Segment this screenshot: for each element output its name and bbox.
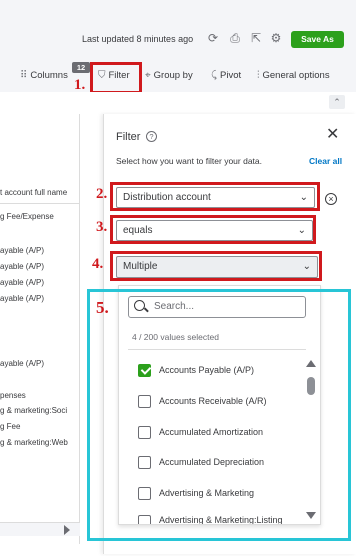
annotation-step-3: 3. [96,219,108,235]
field-select-value: Distribution account [123,192,211,203]
collapse-up-button[interactable]: ⌃ [329,95,345,109]
list-item[interactable]: Advertising & Marketing [138,486,254,500]
checkbox-checked[interactable] [138,363,151,377]
filter-icon: ⛉ [98,70,106,81]
annotation-box-5 [87,289,351,541]
table-row: ayable (A/P) [0,278,45,287]
table-row: ayable (A/P) [0,359,45,368]
close-icon[interactable]: ✕ [326,127,339,143]
annotation-step-4: 4. [92,256,104,272]
header-divider [0,203,80,204]
filter-panel-title: Filter [116,131,141,143]
pivot-button[interactable]: ⤹ Pivot [211,70,241,81]
checkbox[interactable] [138,486,151,500]
checkbox[interactable] [138,515,151,524]
pivot-label: Pivot [220,70,242,81]
table-row: g & marketing:Soci [0,406,68,415]
checkbox[interactable] [138,394,151,408]
scroll-right-icon[interactable] [64,525,70,535]
settings-icon[interactable]: ⚙ [269,31,283,45]
scroll-up-icon[interactable] [306,360,316,367]
option-label: Advertising & Marketing [159,488,255,498]
chevron-down-icon: ⌄ [302,261,311,272]
filter-label: Filter [108,70,130,81]
list-item[interactable]: Accounts Receivable (A/R) [138,394,267,408]
scrollbar-thumb[interactable] [307,377,315,395]
list-item[interactable]: Accumulated Amortization [138,425,263,439]
pivot-icon: ⤹ [211,70,217,81]
table-row: ayable (A/P) [0,262,45,271]
selected-count: 4 / 200 values selected [132,332,219,342]
list-item[interactable]: Accumulated Depreciation [138,455,264,469]
table-row: ayable (A/P) [0,294,45,303]
group-by-label: Group by [153,70,193,81]
operator-select-value: equals [123,225,153,236]
list-item[interactable]: Accounts Payable (A/P) [138,363,254,377]
checkbox[interactable] [138,425,151,439]
help-icon[interactable]: ? [146,131,157,142]
option-label: Accumulated Depreciation [159,457,265,467]
columns-label: Columns [30,70,68,81]
table-row: ayable (A/P) [0,246,45,255]
export-icon[interactable]: ⇱ [249,31,263,45]
table-row: g & marketing:Web [0,438,68,447]
field-select[interactable]: Distribution account ⌄ [116,187,315,208]
list-divider [128,349,306,350]
general-options-button[interactable]: ⫶ General options [257,70,330,81]
clear-all-link[interactable]: Clear all [309,156,342,166]
table-row: penses [0,391,26,400]
search-icon [134,300,145,311]
option-label: Accounts Payable (A/P) [159,365,255,375]
general-options-label: General options [262,70,330,81]
columns-count-badge: 12 [72,62,90,73]
columns-icon: ⠿ [20,70,28,81]
option-label: Accounts Receivable (A/R) [159,396,267,406]
chevron-down-icon: ⌄ [299,192,308,203]
annotation-step-5: 5. [96,298,109,317]
checkbox[interactable] [138,455,151,469]
chevron-down-icon: ⌄ [297,225,306,236]
group-by-icon: ⌖ [145,70,151,81]
print-icon[interactable]: ⎙ [228,31,242,45]
scroll-down-icon[interactable] [306,512,316,519]
group-by-button[interactable]: ⌖ Group by [145,70,193,81]
search-placeholder: Search... [154,301,195,312]
collapse-row [0,92,356,110]
option-label: Advertising & Marketing:Listing [159,515,283,524]
list-item[interactable]: Advertising & Marketing:Listing [138,515,283,524]
operator-select[interactable]: equals ⌄ [116,220,313,241]
table-row: g Fee/Expense [0,212,54,221]
filter-panel-subtitle: Select how you want to filter your data. [116,156,262,166]
refresh-icon[interactable]: ⟳ [206,31,220,45]
report-table [0,114,80,544]
annotation-step-2: 2. [96,186,108,202]
option-label: Accumulated Amortization [159,427,264,437]
value-mode-select-value: Multiple [123,261,158,272]
last-updated-text: Last updated 8 minutes ago [82,34,194,44]
save-as-button[interactable]: Save As [291,31,344,48]
remove-filter-icon[interactable]: × [325,193,337,205]
value-mode-select[interactable]: Multiple ⌄ [116,256,318,278]
table-row: g Fee [0,422,21,431]
columns-button[interactable]: ⠿ Columns [20,70,68,81]
column-header-account: t account full name [0,188,68,197]
sliders-icon: ⫶ [257,70,260,81]
filter-button[interactable]: ⛉ Filter [98,70,130,81]
